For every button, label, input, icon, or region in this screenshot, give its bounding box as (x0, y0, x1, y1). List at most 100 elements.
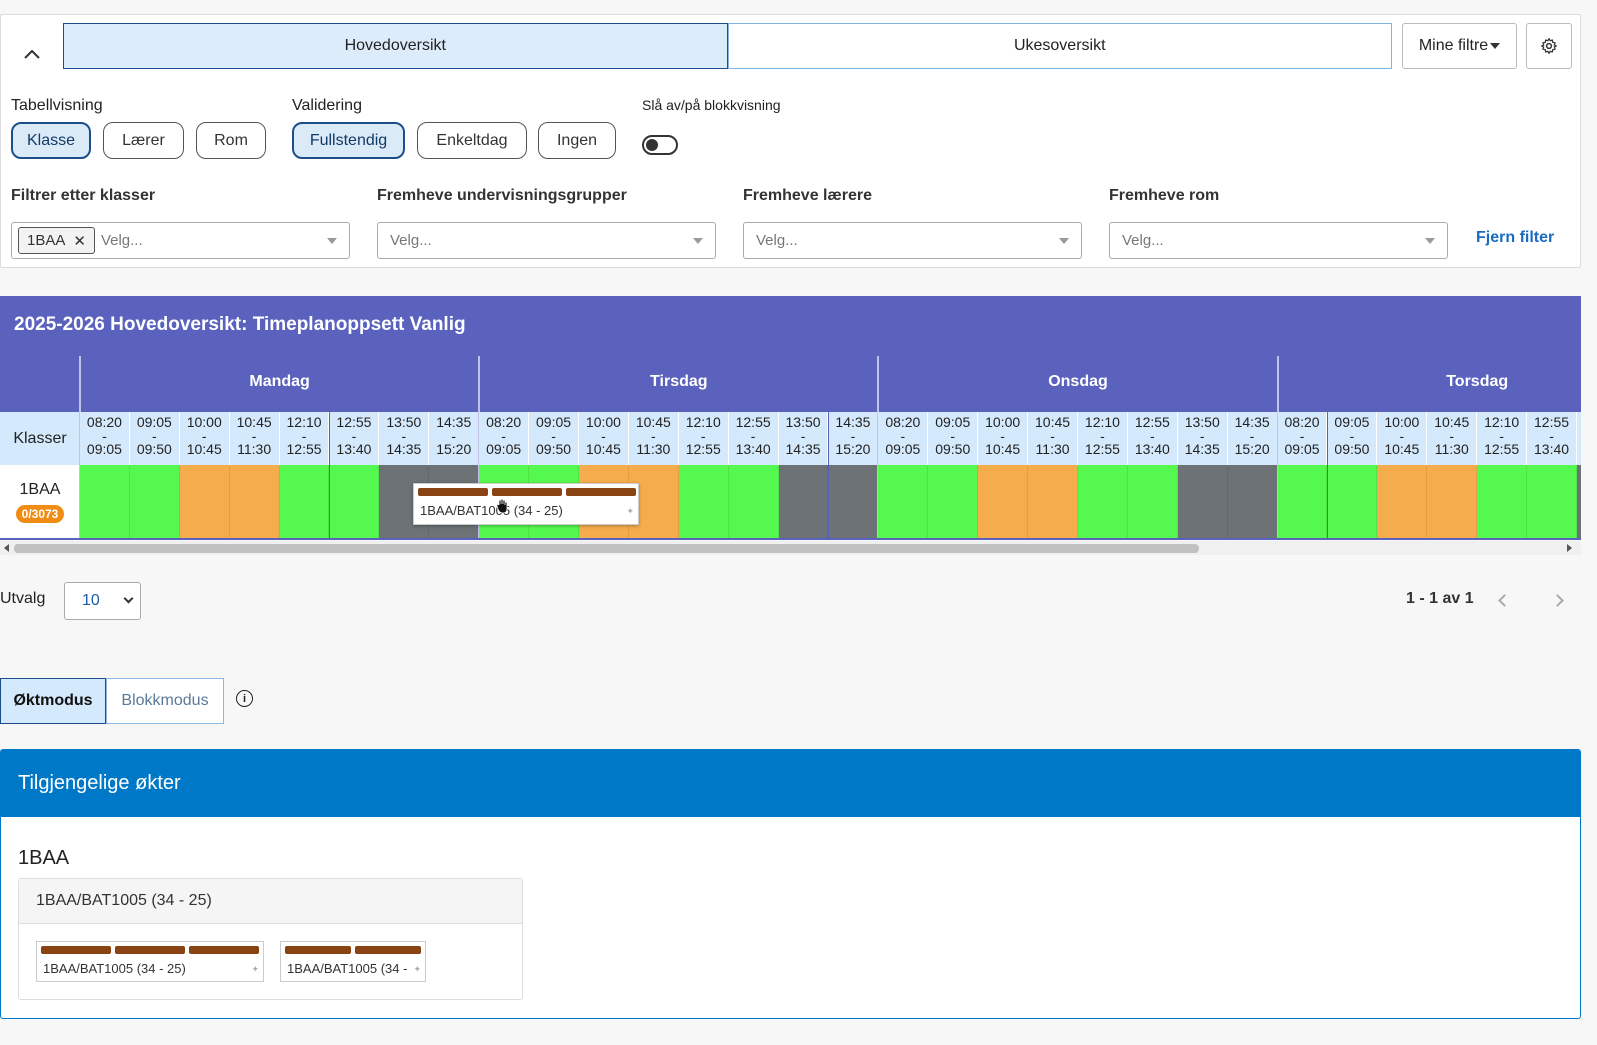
slot-header: 10:00-10:45 (1377, 412, 1428, 465)
grab-cursor-icon (496, 498, 508, 514)
schedule-cell-free[interactable] (928, 465, 979, 538)
schedule-cell-blocked[interactable] (1227, 465, 1278, 538)
slot-header: 12:55-13:40 (1127, 412, 1178, 465)
schedule-cell-free[interactable] (878, 465, 929, 538)
day-header-onsdag: Onsdag (1048, 373, 1108, 390)
slot-end: 12:55 (1484, 441, 1520, 457)
validation-label: Validering (292, 97, 362, 114)
validation-enkeltdag-button[interactable]: Enkeltdag (417, 122, 527, 159)
view-laerer-button[interactable]: Lærer (103, 122, 184, 159)
grid-title: 2025-2026 Hovedoversikt: Timeplanoppsett… (14, 314, 466, 335)
room-filter-placeholder: Velg... (1122, 232, 1164, 249)
schedule-cell-free[interactable] (1477, 465, 1528, 538)
scrollbar-thumb[interactable] (14, 544, 1199, 553)
remove-chip-icon[interactable]: ✕ (73, 232, 86, 250)
session-card[interactable]: 1BAA/BAT1005 (34 - 25) ✦ (36, 941, 264, 982)
slot-header: 10:45-11:30 (1028, 412, 1078, 465)
slot-header: 14:35-15:20 (429, 412, 480, 465)
view-tabs: Hovedoversikt Ukesoversikt (63, 23, 1392, 69)
prev-page-icon[interactable] (1498, 594, 1511, 607)
teacher-filter-placeholder: Velg... (756, 232, 798, 249)
day-header-torsdag: Torsdag (1446, 373, 1509, 390)
slot-end: 12:55 (286, 441, 322, 457)
scroll-right-icon[interactable] (1567, 544, 1572, 552)
page-info: 1 - 1 av 1 (1406, 590, 1474, 607)
row-header-klasser: Klasser (0, 412, 80, 465)
schedule-cell-partial[interactable] (179, 465, 230, 538)
mode-blokk-button[interactable]: Blokkmodus (106, 678, 224, 724)
clear-filter-link[interactable]: Fjern filter (1476, 229, 1554, 247)
session-card-label: 1BAA/BAT1005 (34 - 25) (43, 961, 186, 976)
schedule-cell-blocked[interactable] (778, 465, 829, 538)
tab-hovedoversikt[interactable]: Hovedoversikt (63, 23, 728, 69)
session-card[interactable]: 1BAA/BAT1005 (34 - ✦ (280, 941, 426, 982)
view-rom-button[interactable]: Rom (196, 122, 266, 159)
slot-header: 13:50-14:35 (778, 412, 829, 465)
my-filters-label: Mine filtre (1418, 37, 1489, 54)
slot-header: 13:50-14:35 (1177, 412, 1228, 465)
slot-header: 08:20-09:05 (80, 412, 130, 465)
slot-dash: - (1577, 430, 1581, 444)
slot-header: 14:35-15:20 (828, 412, 879, 465)
slot-header: 13:50-14:35 (1577, 412, 1581, 465)
chevron-up-icon (24, 49, 40, 59)
collapse-panel-button[interactable] (15, 37, 49, 71)
slot-header: 08:20-09:05 (479, 412, 530, 465)
available-class-name: 1BAA (18, 847, 70, 869)
group-filter-select[interactable]: Velg... (377, 222, 716, 259)
schedule-cell-blocked[interactable] (1577, 465, 1581, 538)
dragged-session-card[interactable]: 1BAA/BAT1005 (34 - 25) ✦ (413, 483, 639, 525)
caret-down-icon (693, 238, 703, 244)
group-filter-label: Fremheve undervisningsgrupper (377, 187, 627, 204)
block-view-toggle[interactable] (642, 135, 678, 155)
slot-end: 10:45 (1384, 441, 1420, 457)
page-size-select[interactable]: 10 (64, 582, 141, 620)
schedule-cell-free[interactable] (129, 465, 180, 538)
validation-fullstendig-button[interactable]: Fullstendig (292, 122, 405, 159)
slot-end: 15:20 (436, 441, 472, 457)
schedule-cell-free[interactable] (1277, 465, 1328, 538)
table-view-label: Tabellvisning (11, 97, 103, 114)
schedule-cell-partial[interactable] (1028, 465, 1078, 538)
pin-icon: ✦ (413, 964, 421, 974)
slot-end: 10:45 (985, 441, 1021, 457)
info-icon[interactable]: i (236, 690, 253, 707)
schedule-cell-free[interactable] (1327, 465, 1378, 538)
slot-end: 15:20 (1234, 441, 1270, 457)
class-name: 1BAA (19, 480, 61, 498)
schedule-cell-free[interactable] (728, 465, 779, 538)
mode-okt-button[interactable]: Øktmodus (0, 678, 106, 724)
schedule-cell-free[interactable] (1527, 465, 1577, 538)
scroll-left-icon[interactable] (4, 544, 9, 552)
page-size-value: 10 (82, 592, 100, 609)
class-row-label[interactable]: 1BAA 0/3073 (0, 465, 80, 538)
schedule-cell-free[interactable] (678, 465, 729, 538)
settings-button[interactable] (1526, 23, 1572, 69)
session-bars (418, 488, 636, 496)
room-filter-select[interactable]: Velg... (1109, 222, 1448, 259)
view-klasse-button[interactable]: Klasse (11, 122, 91, 159)
schedule-cell-partial[interactable] (978, 465, 1029, 538)
slot-header: 10:00-10:45 (579, 412, 629, 465)
schedule-cell-partial[interactable] (229, 465, 280, 538)
slot-end: 12:55 (1084, 441, 1120, 457)
schedule-cell-free[interactable] (80, 465, 130, 538)
schedule-cell-partial[interactable] (1377, 465, 1428, 538)
class-filter-select[interactable]: 1BAA ✕ Velg... (11, 222, 350, 259)
teacher-filter-select[interactable]: Velg... (743, 222, 1082, 259)
slot-end: 13:40 (735, 441, 771, 457)
next-page-icon[interactable] (1551, 594, 1564, 607)
schedule-cell-blocked[interactable] (1177, 465, 1228, 538)
my-filters-dropdown[interactable]: Mine filtre (1402, 23, 1517, 69)
slot-end: 09:50 (1334, 441, 1370, 457)
schedule-cell-blocked[interactable] (828, 465, 879, 538)
schedule-cell-free[interactable] (1127, 465, 1178, 538)
validation-ingen-button[interactable]: Ingen (538, 122, 616, 159)
tab-ukesoversikt[interactable]: Ukesoversikt (727, 23, 1392, 69)
slot-header: 10:45-11:30 (229, 412, 280, 465)
schedule-cell-free[interactable] (1078, 465, 1128, 538)
status-badge: 0/3073 (15, 504, 65, 523)
schedule-cell-partial[interactable] (1427, 465, 1478, 538)
schedule-cell-free[interactable] (279, 465, 330, 538)
schedule-cell-free[interactable] (329, 465, 380, 538)
